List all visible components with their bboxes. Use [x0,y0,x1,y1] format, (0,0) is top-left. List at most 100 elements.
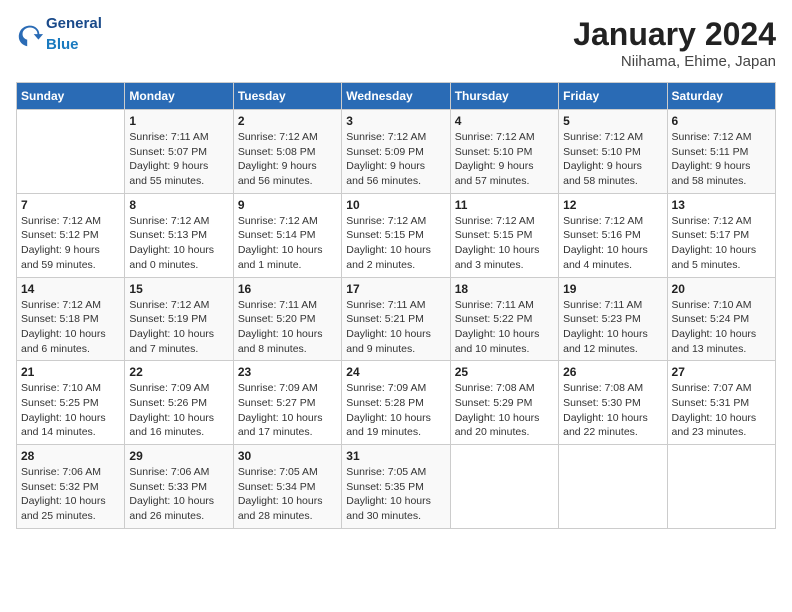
calendar-cell: 27Sunrise: 7:07 AM Sunset: 5:31 PM Dayli… [667,361,775,445]
calendar-header-row: SundayMondayTuesdayWednesdayThursdayFrid… [17,83,776,110]
day-number: 7 [21,198,120,212]
day-info: Sunrise: 7:12 AM Sunset: 5:15 PM Dayligh… [346,214,445,273]
day-info: Sunrise: 7:12 AM Sunset: 5:18 PM Dayligh… [21,298,120,357]
calendar-cell [559,445,667,529]
day-info: Sunrise: 7:09 AM Sunset: 5:26 PM Dayligh… [129,381,228,440]
calendar-cell: 23 Sunrise: 7:09 AM Sunset: 5:27 PM Dayli… [233,361,341,445]
calendar-cell: 15 Sunrise: 7:12 AM Sunset: 5:19 PM Dayli… [125,277,233,361]
title-block: January 2024 Niihama, Ehime, Japan [573,16,776,70]
day-info: Sunrise: 7:08 AM Sunset: 5:29 PM Dayligh… [455,381,554,440]
calendar-cell: 13 Sunrise: 7:12 AM Sunset: 5:17 PM Dayli… [667,193,775,277]
day-number: 24 [346,365,445,379]
day-info: Sunrise: 7:12 AM Sunset: 5:09 PM Dayligh… [346,130,445,189]
day-number: 8 [129,198,228,212]
day-info: Sunrise: 7:12 AM Sunset: 5:17 PM Dayligh… [672,214,771,273]
calendar-week-row: 14 Sunrise: 7:12 AM Sunset: 5:18 PM Dayli… [17,277,776,361]
calendar-week-row: 28Sunrise: 7:06 AM Sunset: 5:32 PM Dayli… [17,445,776,529]
day-info: Sunrise: 7:12 AM Sunset: 5:19 PM Dayligh… [129,298,228,357]
day-number: 15 [129,282,228,296]
day-number: 2 [238,114,337,128]
calendar-cell: 30 Sunrise: 7:05 AM Sunset: 5:34 PM Dayli… [233,445,341,529]
calendar-week-row: 21 Sunrise: 7:10 AM Sunset: 5:25 PM Dayli… [17,361,776,445]
calendar-header-sunday: Sunday [17,83,125,110]
calendar-cell: 7Sunrise: 7:12 AM Sunset: 5:12 PM Daylig… [17,193,125,277]
logo-text-general: General [46,16,102,33]
page-title: January 2024 [573,16,776,53]
day-number: 18 [455,282,554,296]
calendar-table: SundayMondayTuesdayWednesdayThursdayFrid… [16,82,776,529]
calendar-cell: 17Sunrise: 7:11 AM Sunset: 5:21 PM Dayli… [342,277,450,361]
day-info: Sunrise: 7:09 AM Sunset: 5:28 PM Dayligh… [346,381,445,440]
calendar-cell: 11Sunrise: 7:12 AM Sunset: 5:15 PM Dayli… [450,193,558,277]
day-info: Sunrise: 7:10 AM Sunset: 5:25 PM Dayligh… [21,381,120,440]
day-info: Sunrise: 7:11 AM Sunset: 5:20 PM Dayligh… [238,298,337,357]
day-number: 22 [129,365,228,379]
calendar-cell: 5 Sunrise: 7:12 AM Sunset: 5:10 PM Daylig… [559,110,667,194]
day-number: 19 [563,282,662,296]
day-info: Sunrise: 7:11 AM Sunset: 5:07 PM Dayligh… [129,130,228,189]
day-number: 31 [346,449,445,463]
calendar-header-monday: Monday [125,83,233,110]
calendar-cell: 19 Sunrise: 7:11 AM Sunset: 5:23 PM Dayli… [559,277,667,361]
calendar-cell: 9Sunrise: 7:12 AM Sunset: 5:14 PM Daylig… [233,193,341,277]
day-number: 16 [238,282,337,296]
calendar-cell: 26 Sunrise: 7:08 AM Sunset: 5:30 PM Dayli… [559,361,667,445]
logo: General Blue [16,16,102,54]
day-number: 5 [563,114,662,128]
day-info: Sunrise: 7:12 AM Sunset: 5:11 PM Dayligh… [672,130,771,189]
calendar-cell: 29Sunrise: 7:06 AM Sunset: 5:33 PM Dayli… [125,445,233,529]
day-number: 17 [346,282,445,296]
calendar-week-row: 1 Sunrise: 7:11 AM Sunset: 5:07 PM Daylig… [17,110,776,194]
day-info: Sunrise: 7:09 AM Sunset: 5:27 PM Dayligh… [238,381,337,440]
day-info: Sunrise: 7:12 AM Sunset: 5:10 PM Dayligh… [563,130,662,189]
calendar-cell: 28Sunrise: 7:06 AM Sunset: 5:32 PM Dayli… [17,445,125,529]
day-number: 26 [563,365,662,379]
day-number: 11 [455,198,554,212]
day-info: Sunrise: 7:12 AM Sunset: 5:08 PM Dayligh… [238,130,337,189]
calendar-cell: 18Sunrise: 7:11 AM Sunset: 5:22 PM Dayli… [450,277,558,361]
calendar-header-wednesday: Wednesday [342,83,450,110]
logo-icon [16,21,44,49]
day-info: Sunrise: 7:07 AM Sunset: 5:31 PM Dayligh… [672,381,771,440]
calendar-cell: 22 Sunrise: 7:09 AM Sunset: 5:26 PM Dayli… [125,361,233,445]
calendar-cell: 16 Sunrise: 7:11 AM Sunset: 5:20 PM Dayli… [233,277,341,361]
day-number: 9 [238,198,337,212]
day-info: Sunrise: 7:12 AM Sunset: 5:13 PM Dayligh… [129,214,228,273]
day-info: Sunrise: 7:11 AM Sunset: 5:23 PM Dayligh… [563,298,662,357]
calendar-cell: 2 Sunrise: 7:12 AM Sunset: 5:08 PM Daylig… [233,110,341,194]
calendar-week-row: 7Sunrise: 7:12 AM Sunset: 5:12 PM Daylig… [17,193,776,277]
page-subtitle: Niihama, Ehime, Japan [573,53,776,70]
day-number: 14 [21,282,120,296]
calendar-cell: 4 Sunrise: 7:12 AM Sunset: 5:10 PM Daylig… [450,110,558,194]
day-info: Sunrise: 7:05 AM Sunset: 5:34 PM Dayligh… [238,465,337,524]
calendar-cell: 21 Sunrise: 7:10 AM Sunset: 5:25 PM Dayli… [17,361,125,445]
day-number: 25 [455,365,554,379]
day-number: 23 [238,365,337,379]
calendar-header-thursday: Thursday [450,83,558,110]
day-number: 21 [21,365,120,379]
day-number: 10 [346,198,445,212]
day-info: Sunrise: 7:08 AM Sunset: 5:30 PM Dayligh… [563,381,662,440]
day-number: 6 [672,114,771,128]
calendar-header-tuesday: Tuesday [233,83,341,110]
day-info: Sunrise: 7:06 AM Sunset: 5:32 PM Dayligh… [21,465,120,524]
calendar-cell: 8 Sunrise: 7:12 AM Sunset: 5:13 PM Daylig… [125,193,233,277]
calendar-cell [667,445,775,529]
calendar-cell: 3Sunrise: 7:12 AM Sunset: 5:09 PM Daylig… [342,110,450,194]
day-number: 1 [129,114,228,128]
day-number: 12 [563,198,662,212]
calendar-cell [17,110,125,194]
day-number: 4 [455,114,554,128]
calendar-cell: 25 Sunrise: 7:08 AM Sunset: 5:29 PM Dayli… [450,361,558,445]
calendar-cell: 10 Sunrise: 7:12 AM Sunset: 5:15 PM Dayli… [342,193,450,277]
day-info: Sunrise: 7:06 AM Sunset: 5:33 PM Dayligh… [129,465,228,524]
calendar-cell: 14 Sunrise: 7:12 AM Sunset: 5:18 PM Dayli… [17,277,125,361]
calendar-cell: 20Sunrise: 7:10 AM Sunset: 5:24 PM Dayli… [667,277,775,361]
day-info: Sunrise: 7:12 AM Sunset: 5:10 PM Dayligh… [455,130,554,189]
day-number: 30 [238,449,337,463]
calendar-cell [450,445,558,529]
calendar-cell: 1 Sunrise: 7:11 AM Sunset: 5:07 PM Daylig… [125,110,233,194]
day-number: 13 [672,198,771,212]
day-info: Sunrise: 7:12 AM Sunset: 5:16 PM Dayligh… [563,214,662,273]
calendar-cell: 31Sunrise: 7:05 AM Sunset: 5:35 PM Dayli… [342,445,450,529]
